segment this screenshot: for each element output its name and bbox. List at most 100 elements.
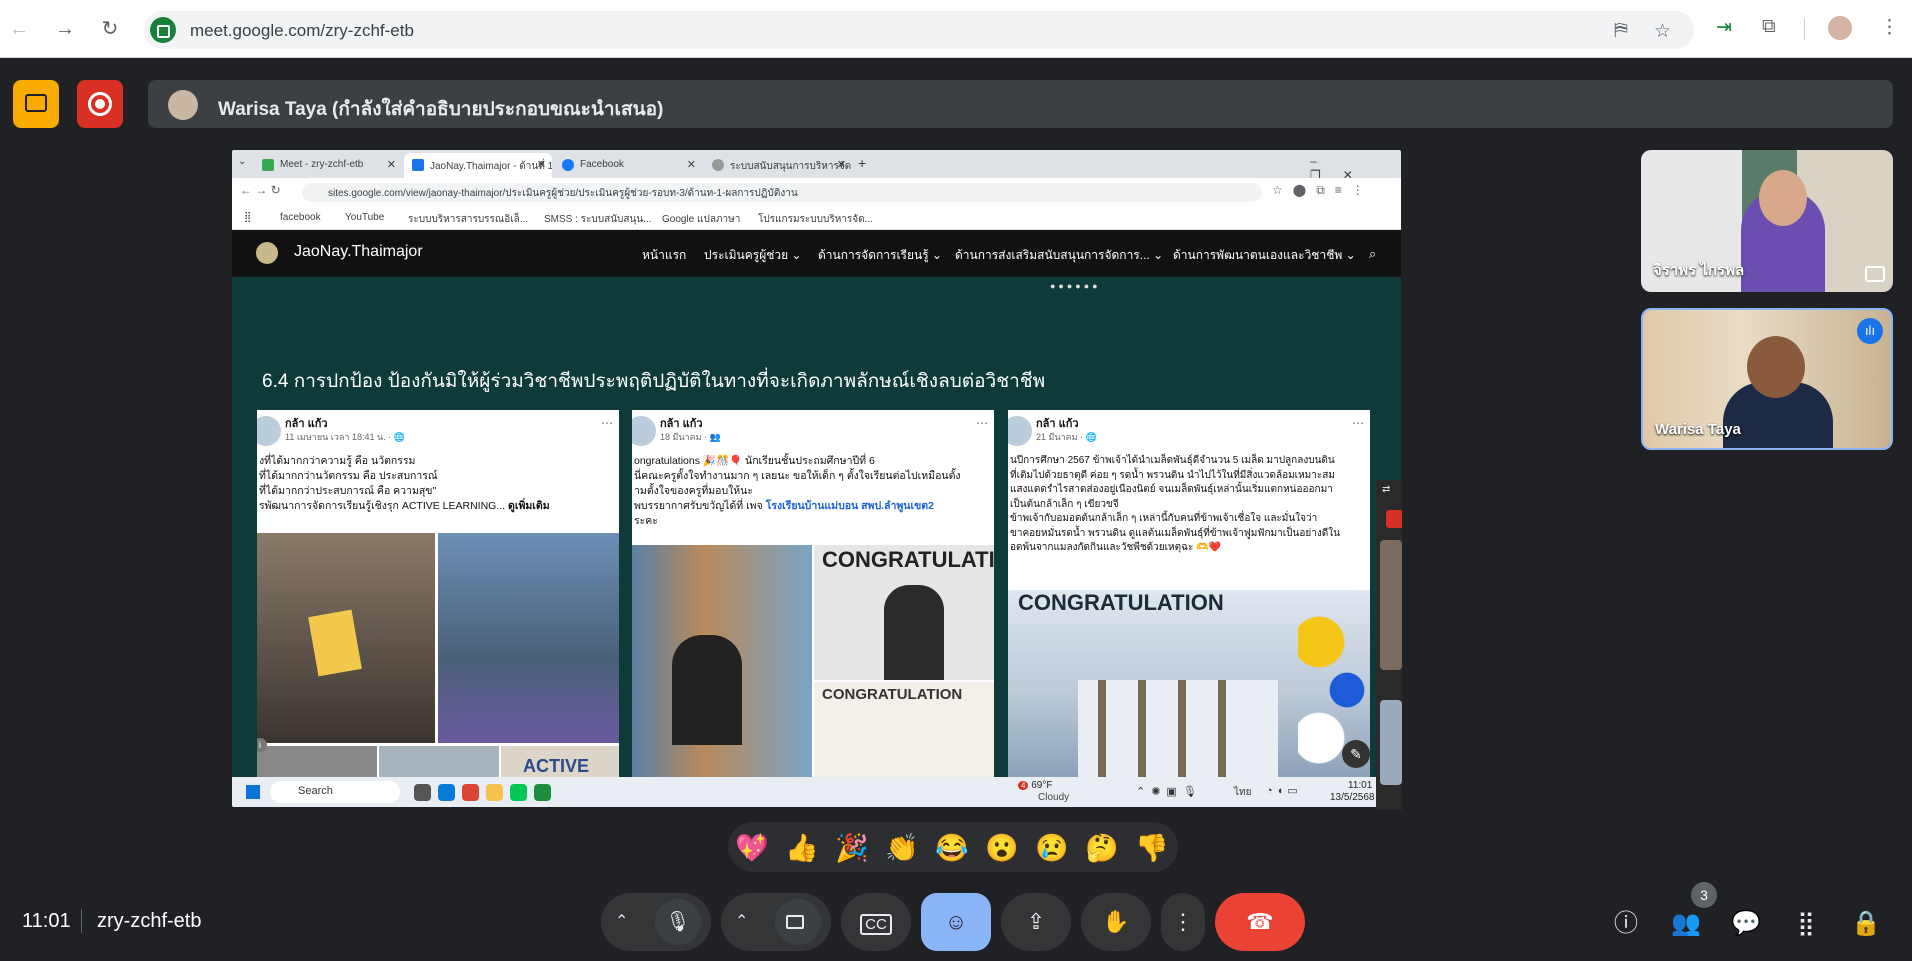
more-icon[interactable]: ⋯ (601, 416, 613, 430)
page-link[interactable]: โรงเรียนบ้านแม่บอน สพป.ลำพูนเขต2 (766, 500, 934, 512)
post-photo[interactable] (257, 746, 377, 780)
chevron-up-icon[interactable]: ⌃ (615, 893, 628, 951)
post-photo[interactable] (632, 545, 812, 780)
more-options-button[interactable]: ⋮ (1161, 893, 1205, 951)
reload-icon[interactable]: ↻ (95, 14, 125, 44)
participant-tile-speaking[interactable]: Warisa Taya ılı (1641, 308, 1893, 450)
windows-start-icon[interactable] (246, 785, 260, 799)
recording-indicator[interactable] (77, 80, 123, 128)
close-icon[interactable]: ✕ (537, 158, 546, 171)
bookmark-saraban[interactable]: ระบบบริหารสารบรรณอิเล็... (408, 212, 528, 227)
weather-widget[interactable]: 4 69°F (1018, 780, 1052, 791)
translate-icon[interactable]: ⛿ (1614, 20, 1628, 42)
post-photo[interactable] (257, 533, 435, 743)
microphone-icon[interactable]: 🎙 (655, 899, 701, 945)
line-icon[interactable] (510, 784, 527, 801)
reaction-thumbs-down[interactable]: 👎 (1134, 830, 1170, 866)
chevron-up-icon[interactable]: ⌃ (735, 893, 748, 951)
menu-support[interactable]: ด้านการส่งเสริมสนับสนุนการจัดการ... ⌄ (955, 246, 1163, 265)
meeting-code[interactable]: zry-zchf-etb (97, 910, 201, 933)
facebook-post[interactable]: กล้า แก้ว 21 มีนาคม · 🌐 ⋯ นปีการศึกษา 25… (1008, 410, 1370, 780)
host-controls-icon[interactable]: 🔒 (1848, 906, 1884, 942)
profile-avatar[interactable] (1828, 16, 1852, 40)
tune-icon[interactable]: ⇄ (1382, 484, 1390, 495)
chat-icon[interactable]: 💬 (1728, 906, 1764, 942)
tray-icons[interactable]: ⌃✺▣🎙 (1136, 785, 1203, 798)
meeting-details-icon[interactable]: ⓘ (1608, 906, 1644, 942)
bookmark-smss[interactable]: SMSS : ระบบสนับสนุน... (544, 212, 652, 227)
reaction-heart[interactable]: 💖 (734, 830, 770, 866)
see-more-link[interactable]: ดูเพิ่มเติม (508, 500, 550, 512)
shared-tab[interactable]: Meet - zry-zchf-etb ✕ (254, 153, 402, 178)
shared-tab-active[interactable]: JaoNay.Thaimajor - ด้านที่ 1 ผลก✕ (404, 153, 552, 178)
captions-button[interactable]: CC (841, 893, 911, 951)
camera-off-indicator[interactable] (13, 80, 59, 128)
reaction-surprised[interactable]: 😮 (984, 830, 1020, 866)
meet-site-icon[interactable] (150, 17, 176, 43)
bookmark-star-icon[interactable]: ☆ (1654, 20, 1671, 43)
tab-search-icon[interactable]: ⌄ (238, 156, 246, 167)
camera-icon[interactable] (775, 899, 821, 945)
reaction-sad[interactable]: 😢 (1034, 830, 1070, 866)
more-icon[interactable]: ⋯ (976, 416, 988, 430)
facebook-post[interactable]: กล้า แก้ว 18 มีนาคม · 👥 ⋯ ongratulations… (632, 410, 994, 780)
taskbar-time[interactable]: 11:01 (1348, 780, 1372, 791)
shared-toolbar-icons[interactable]: ☆⬤⧉≡⋮ (1272, 183, 1374, 198)
shared-nav-icons[interactable]: ← → ↻ (240, 183, 281, 197)
reaction-thumbs-up[interactable]: 👍 (784, 830, 820, 866)
post-photo[interactable]: CONGRATULATION (1008, 590, 1370, 780)
reaction-laugh[interactable]: 😂 (934, 830, 970, 866)
post-photo[interactable] (379, 746, 499, 780)
file-explorer-icon[interactable] (486, 784, 503, 801)
network-volume-battery-icons[interactable]: ◔◖▭ (1266, 784, 1302, 797)
menu-home[interactable]: หน้าแรก (642, 246, 686, 265)
back-icon[interactable]: ← (4, 14, 34, 44)
reaction-thinking[interactable]: 🤔 (1084, 830, 1120, 866)
input-language[interactable]: ไทย (1234, 785, 1251, 800)
bookmark-facebook[interactable]: facebook (280, 212, 321, 223)
pip-icon[interactable] (1865, 266, 1885, 282)
site-name[interactable]: JaoNay.Thaimajor (294, 243, 423, 261)
post-photo[interactable] (438, 533, 619, 743)
shared-tab[interactable]: Facebook ✕ (554, 153, 702, 178)
people-icon[interactable]: 👥 (1668, 906, 1704, 942)
menu-learning[interactable]: ด้านการจัดการเรียนรู้ ⌄ (818, 246, 942, 265)
edit-pencil-icon[interactable]: ✎ (1342, 740, 1370, 768)
task-view-icon[interactable] (414, 784, 431, 801)
post-photo[interactable]: CONGRATULATION (814, 545, 994, 680)
search-icon[interactable]: ⌕ (1369, 246, 1376, 262)
raise-hand-button[interactable]: ✋ (1081, 893, 1151, 951)
app-icon[interactable] (534, 784, 551, 801)
menu-evaluation[interactable]: ประเมินครูผู้ช่วย ⌄ (704, 246, 802, 265)
leave-call-button[interactable]: ☎ (1215, 893, 1305, 951)
post-photo-text[interactable]: ACTIVE (501, 746, 619, 780)
shared-tab[interactable]: ระบบสนับสนุนการบริหารจัดการสถา✕ (704, 153, 852, 178)
bookmark-youtube[interactable]: YouTube (345, 212, 384, 223)
taskbar-search[interactable]: Search (270, 781, 400, 803)
reaction-party[interactable]: 🎉 (834, 830, 870, 866)
carousel-dots[interactable]: ●●●●●● (1050, 281, 1101, 291)
present-button[interactable]: ⇪ (1001, 893, 1071, 951)
bookmark-translate[interactable]: Google แปลภาษา (662, 212, 740, 227)
close-icon[interactable]: ✕ (387, 158, 396, 171)
close-icon[interactable]: ✕ (687, 158, 696, 171)
participant-tile[interactable]: จิราพร ไกรพล (1641, 150, 1893, 292)
bookmark-program[interactable]: โปรแกรมระบบบริหารจัด... (758, 212, 873, 227)
forward-icon[interactable]: → (50, 14, 80, 44)
taskbar-date[interactable]: 13/5/2568 (1330, 792, 1375, 803)
reactions-button[interactable]: ☺ (921, 893, 991, 951)
reaction-clap[interactable]: 👏 (884, 830, 920, 866)
edge-icon[interactable] (438, 784, 455, 801)
address-bar[interactable]: meet.google.com/zry-zchf-etb ⛿ ☆ (144, 11, 1694, 49)
activities-icon[interactable]: ⣿ (1788, 906, 1824, 942)
sign-in-icon[interactable]: ⇥ (1716, 16, 1732, 39)
microphone-control[interactable]: ⌃ 🎙 (601, 893, 711, 951)
apps-icon[interactable]: ⣿ (244, 212, 251, 223)
facebook-post[interactable]: กล้า แก้ว 11 เมษายน เวลา 18:41 น. · 🌐 ⋯ … (257, 410, 619, 780)
more-icon[interactable]: ⋯ (1352, 416, 1364, 430)
close-icon[interactable]: ✕ (837, 158, 846, 171)
menu-icon[interactable]: ⋮ (1880, 16, 1899, 39)
chrome-icon[interactable] (462, 784, 479, 801)
extensions-icon[interactable]: ⧉ (1762, 16, 1776, 38)
post-photo[interactable]: CONGRATULATION (814, 682, 994, 780)
